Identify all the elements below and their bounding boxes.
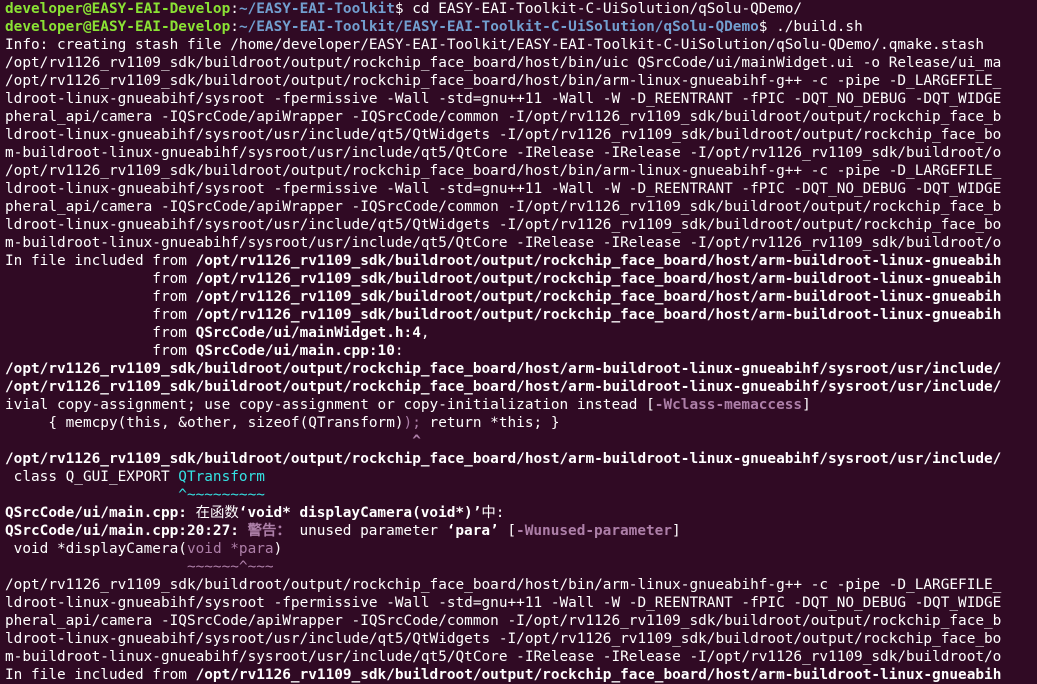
context-text: 在函数 bbox=[186, 505, 239, 521]
output-line: ldroot-linux-gnueabihf/sysroot/usr/inclu… bbox=[5, 217, 1002, 233]
output-line: ldroot-linux-gnueabihf/sysroot/usr/inclu… bbox=[5, 127, 1002, 143]
output-line: m-buildroot-linux-gnueabihf/sysroot/usr/… bbox=[5, 649, 1002, 665]
source-code: return *this; } bbox=[420, 415, 560, 431]
output-line: /opt/rv1126_rv1109_sdk/buildroot/output/… bbox=[5, 73, 1002, 89]
prompt-path: ~/EASY-EAI-Toolkit/EASY-EAI-Toolkit-C-Ui… bbox=[238, 19, 759, 35]
prompt-symbol: $ bbox=[758, 19, 777, 35]
output-line: ldroot-linux-gnueabihf/sysroot/usr/inclu… bbox=[5, 631, 1002, 647]
source-snippet-line: { memcpy(this, &other, sizeof(QTransform… bbox=[5, 414, 1037, 432]
command-text: ./build.sh bbox=[776, 19, 863, 35]
output-line: Info: creating stash file /home/develope… bbox=[5, 37, 985, 53]
include-path: QSrcCode/ui/mainWidget.h:4 bbox=[195, 325, 421, 341]
output-line: ldroot-linux-gnueabihf/sysroot -fpermiss… bbox=[5, 595, 1002, 611]
parameter-name: ‘para’ bbox=[446, 523, 499, 539]
include-suffix: : bbox=[394, 343, 404, 359]
include-trace-line: from QSrcCode/ui/mainWidget.h:4, bbox=[5, 324, 1037, 342]
include-suffix: , bbox=[420, 325, 430, 341]
context-text: 中: bbox=[481, 505, 505, 521]
warning-line: QSrcCode/ui/main.cpp:20:27: 警告： unused p… bbox=[5, 522, 1037, 540]
include-prefix: In file included from bbox=[5, 253, 196, 269]
warning-text: ivial copy-assignment; use copy-assignme… bbox=[5, 397, 655, 413]
include-trace-line: from QSrcCode/ui/main.cpp:10: bbox=[5, 342, 1037, 360]
include-trace-line: In file included from /opt/rv1126_rv1109… bbox=[5, 252, 1037, 270]
include-path: /opt/rv1126_rv1109_sdk/buildroot/output/… bbox=[195, 307, 1002, 323]
include-path: QSrcCode/ui/main.cpp:10 bbox=[195, 343, 395, 359]
include-trace-line: from /opt/rv1126_rv1109_sdk/buildroot/ou… bbox=[5, 270, 1037, 288]
source-snippet-line: class Q_GUI_EXPORT QTransform bbox=[5, 468, 1037, 486]
warning-tag: 警告： bbox=[238, 523, 291, 539]
source-highlight: QTransform bbox=[178, 469, 265, 485]
warning-message-line: ivial copy-assignment; use copy-assignme… bbox=[5, 396, 1037, 414]
include-path: /opt/rv1126_rv1109_sdk/buildroot/output/… bbox=[195, 289, 1002, 305]
source-code: class Q_GUI_EXPORT bbox=[5, 469, 179, 485]
warning-bracket: ] bbox=[802, 397, 811, 413]
prompt-user: developer@EASY-EAI-Develop bbox=[5, 1, 231, 17]
source-code: { memcpy(this, &other, sizeof(QTransform… bbox=[5, 415, 404, 431]
include-path: /opt/rv1126_rv1109_sdk/buildroot/output/… bbox=[195, 253, 1002, 269]
include-prefix: from bbox=[5, 289, 196, 305]
include-trace-line: from /opt/rv1126_rv1109_sdk/buildroot/ou… bbox=[5, 288, 1037, 306]
prompt-user: developer@EASY-EAI-Develop bbox=[5, 19, 231, 35]
warning-flag: -Wunused-parameter bbox=[516, 523, 672, 539]
prompt-line: developer@EASY-EAI-Develop:~/EASY-EAI-To… bbox=[5, 1, 803, 17]
diagnostic-path-line: /opt/rv1126_rv1109_sdk/buildroot/output/… bbox=[5, 451, 1002, 467]
caret-marker: ~~~~~~^~~~ bbox=[5, 559, 274, 575]
source-location: QSrcCode/ui/main.cpp: bbox=[5, 505, 187, 521]
diagnostic-path-line: /opt/rv1126_rv1109_sdk/buildroot/output/… bbox=[5, 379, 1002, 395]
prompt-path: ~/EASY-EAI-Toolkit bbox=[238, 1, 395, 17]
command-text: cd EASY-EAI-Toolkit-C-UiSolution/qSolu-Q… bbox=[412, 1, 803, 17]
output-line: pheral_api/camera -IQSrcCode/apiWrapper … bbox=[5, 199, 1002, 215]
source-code: ) bbox=[273, 541, 283, 557]
prompt-line: developer@EASY-EAI-Develop:~/EASY-EAI-To… bbox=[5, 19, 863, 35]
include-prefix: In file included from bbox=[5, 667, 196, 683]
include-trace-line: from /opt/rv1126_rv1109_sdk/buildroot/ou… bbox=[5, 306, 1037, 324]
function-signature: ‘void* displayCamera(void*)’ bbox=[238, 505, 482, 521]
include-prefix: from bbox=[5, 325, 196, 341]
function-context-line: QSrcCode/ui/main.cpp: 在函数‘void* displayC… bbox=[5, 504, 1037, 522]
caret-marker: ^ bbox=[5, 433, 421, 449]
include-path: /opt/rv1126_rv1109_sdk/buildroot/output/… bbox=[195, 271, 1002, 287]
output-line: ldroot-linux-gnueabihf/sysroot -fpermiss… bbox=[5, 91, 1002, 107]
include-trace-line: In file included from /opt/rv1126_rv1109… bbox=[5, 666, 1037, 684]
output-line: m-buildroot-linux-gnueabihf/sysroot/usr/… bbox=[5, 145, 1002, 161]
output-line: pheral_api/camera -IQSrcCode/apiWrapper … bbox=[5, 613, 1002, 629]
source-highlight: ); bbox=[403, 415, 421, 431]
output-line: /opt/rv1126_rv1109_sdk/buildroot/output/… bbox=[5, 55, 1002, 71]
caret-marker: ^~~~~~~~~~ bbox=[5, 487, 265, 503]
prompt-symbol: $ bbox=[394, 1, 413, 17]
output-line: ldroot-linux-gnueabihf/sysroot -fpermiss… bbox=[5, 181, 1002, 197]
warning-flag: -Wclass-memaccess bbox=[654, 397, 803, 413]
source-location: QSrcCode/ui/main.cpp:20:27: bbox=[5, 523, 239, 539]
include-prefix: from bbox=[5, 307, 196, 323]
output-line: /opt/rv1126_rv1109_sdk/buildroot/output/… bbox=[5, 163, 1002, 179]
include-prefix: from bbox=[5, 343, 196, 359]
warning-text: unused parameter bbox=[290, 523, 447, 539]
include-prefix: from bbox=[5, 271, 196, 287]
include-path: /opt/rv1126_rv1109_sdk/buildroot/output/… bbox=[195, 667, 1002, 683]
diagnostic-path-line: /opt/rv1126_rv1109_sdk/buildroot/output/… bbox=[5, 361, 1002, 377]
source-highlight: void *para bbox=[186, 541, 274, 557]
output-line: /opt/rv1126_rv1109_sdk/buildroot/output/… bbox=[5, 577, 1002, 593]
source-code: void *displayCamera( bbox=[5, 541, 187, 557]
source-snippet-line: void *displayCamera(void *para) bbox=[5, 540, 1037, 558]
warning-bracket: [ bbox=[498, 523, 517, 539]
warning-bracket: ] bbox=[672, 523, 681, 539]
output-line: pheral_api/camera -IQSrcCode/apiWrapper … bbox=[5, 109, 1002, 125]
terminal-window[interactable]: developer@EASY-EAI-Develop: ~/EASY-EAI-To… bbox=[0, 0, 1037, 684]
output-line: m-buildroot-linux-gnueabihf/sysroot/usr/… bbox=[5, 235, 1002, 251]
